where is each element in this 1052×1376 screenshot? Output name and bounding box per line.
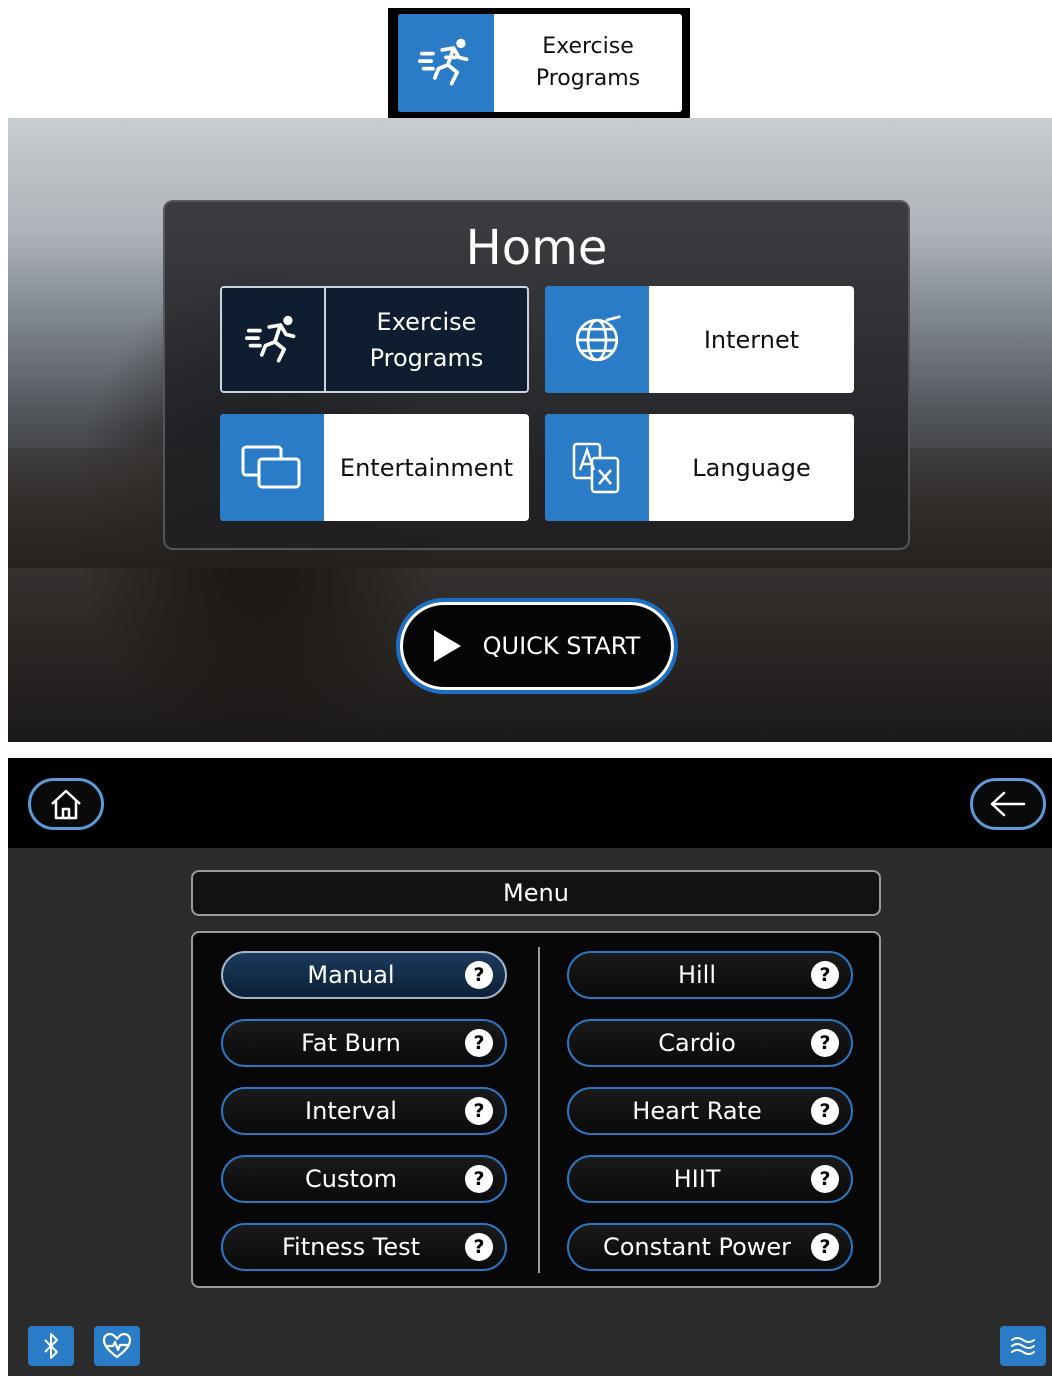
home-screen: Home Exercise Programs Internet Entertai… [8, 118, 1052, 742]
page-title: Home [465, 220, 608, 276]
quick-start-label: QUICK START [482, 632, 641, 660]
program-custom-button[interactable]: Custom ? [221, 1155, 507, 1203]
program-label: Heart Rate [632, 1097, 762, 1125]
program-heart-rate-button[interactable]: Heart Rate ? [567, 1087, 853, 1135]
entertainment-tile[interactable]: Entertainment [220, 414, 529, 521]
bluetooth-button[interactable] [28, 1326, 74, 1366]
program-constant-power-button[interactable]: Constant Power ? [567, 1223, 853, 1271]
callout-tile: Exercise Programs [398, 14, 682, 112]
home-icon [51, 789, 81, 820]
fan-button[interactable] [1000, 1326, 1046, 1366]
program-interval-button[interactable]: Interval ? [221, 1087, 507, 1135]
program-fitness-test-button[interactable]: Fitness Test ? [221, 1223, 507, 1271]
program-fat-burn-button[interactable]: Fat Burn ? [221, 1019, 507, 1067]
exercise-programs-tile[interactable]: Exercise Programs [220, 286, 529, 393]
bluetooth-icon [44, 1333, 58, 1359]
help-icon[interactable]: ? [811, 1233, 839, 1261]
program-label: Fitness Test [281, 1233, 420, 1261]
program-label: Interval [305, 1097, 397, 1125]
language-tile[interactable]: Language [545, 414, 854, 521]
back-button[interactable] [970, 778, 1046, 830]
tile-label: Entertainment [339, 453, 514, 482]
program-hiit-button[interactable]: HIIT ? [567, 1155, 853, 1203]
tile-label: Language [692, 453, 811, 482]
bottom-bar [8, 1310, 1052, 1376]
screens-icon [220, 414, 324, 521]
back-arrow-icon [990, 791, 1026, 817]
program-label: Constant Power [602, 1233, 792, 1261]
globe-icon [545, 286, 649, 393]
tile-label: Internet [703, 325, 800, 354]
program-label: Custom [305, 1165, 397, 1193]
home-button[interactable] [28, 778, 104, 830]
runner-icon [222, 288, 326, 391]
callout-label: Exercise Programs [535, 34, 641, 91]
program-label: Cardio [658, 1029, 736, 1057]
help-icon[interactable]: ? [465, 1165, 493, 1193]
help-icon[interactable]: ? [811, 1029, 839, 1057]
help-icon[interactable]: ? [465, 1029, 493, 1057]
quick-start-button[interactable]: QUICK START [396, 598, 678, 694]
runner-icon [398, 14, 494, 112]
internet-tile[interactable]: Internet [545, 286, 854, 393]
help-icon[interactable]: ? [465, 1233, 493, 1261]
program-cardio-button[interactable]: Cardio ? [567, 1019, 853, 1067]
program-label: Fat Burn [301, 1029, 401, 1057]
help-icon[interactable]: ? [465, 1097, 493, 1125]
tile-label: Exercise Programs [369, 307, 484, 372]
column-divider [538, 947, 540, 1273]
program-label: HIIT [673, 1165, 721, 1193]
home-panel: Home Exercise Programs Internet Entertai… [163, 200, 910, 550]
heart-rate-button[interactable] [94, 1326, 140, 1366]
program-hill-button[interactable]: Hill ? [567, 951, 853, 999]
help-icon[interactable]: ? [811, 961, 839, 989]
translate-icon [545, 414, 649, 521]
help-icon[interactable]: ? [811, 1165, 839, 1193]
exercise-programs-callout: Exercise Programs [388, 8, 690, 118]
program-label: Hill [677, 961, 717, 989]
program-menu-screen: Menu Manual ? Fat Burn ? Interval ? Cust… [8, 758, 1052, 1376]
play-icon [433, 630, 461, 662]
fan-icon [1011, 1337, 1035, 1355]
menu-title: Menu [191, 870, 881, 916]
help-icon[interactable]: ? [465, 961, 493, 989]
heart-rate-icon [102, 1332, 132, 1359]
program-label: Manual [307, 961, 395, 989]
program-manual-button[interactable]: Manual ? [221, 951, 507, 999]
help-icon[interactable]: ? [811, 1097, 839, 1125]
top-bar [8, 758, 1052, 848]
program-list: Manual ? Fat Burn ? Interval ? Custom ? … [191, 931, 881, 1288]
